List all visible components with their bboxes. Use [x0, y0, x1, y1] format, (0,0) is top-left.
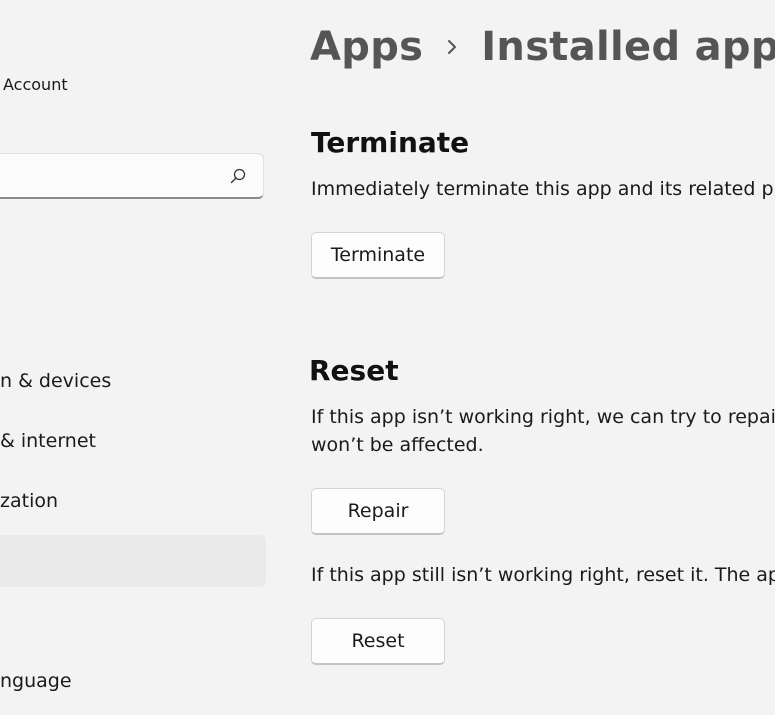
breadcrumb: Apps Installed apps [310, 24, 775, 70]
reset-description: If this app still isn’t working right, r… [311, 564, 775, 586]
sidebar-item-bluetooth-devices[interactable]: n & devices [0, 370, 111, 392]
breadcrumb-apps[interactable]: Apps [310, 24, 423, 70]
sidebar-item-network-internet[interactable]: & internet [0, 430, 96, 452]
reset-button[interactable]: Reset [311, 618, 445, 665]
sidebar-item-apps-selected[interactable] [0, 535, 266, 587]
repair-button[interactable]: Repair [311, 488, 445, 535]
account-label: Account [3, 75, 68, 94]
terminate-description: Immediately terminate this app and its r… [311, 178, 775, 200]
breadcrumb-installed-apps[interactable]: Installed apps [481, 24, 775, 70]
settings-window: Account n & devices & internet zation ng… [0, 0, 775, 715]
sidebar: Account n & devices & internet zation ng… [0, 0, 280, 715]
sidebar-item-time-language[interactable]: nguage [0, 670, 72, 692]
reset-heading: Reset [309, 354, 399, 387]
chevron-right-icon [448, 40, 457, 54]
search-input[interactable] [0, 153, 264, 199]
terminate-button[interactable]: Terminate [311, 232, 445, 279]
sidebar-item-personalization[interactable]: zation [0, 490, 58, 512]
search-icon[interactable] [230, 168, 246, 184]
repair-description-line1: If this app isn’t working right, we can … [311, 406, 775, 428]
repair-description-line2: won’t be affected. [311, 434, 484, 456]
terminate-heading: Terminate [311, 126, 470, 159]
